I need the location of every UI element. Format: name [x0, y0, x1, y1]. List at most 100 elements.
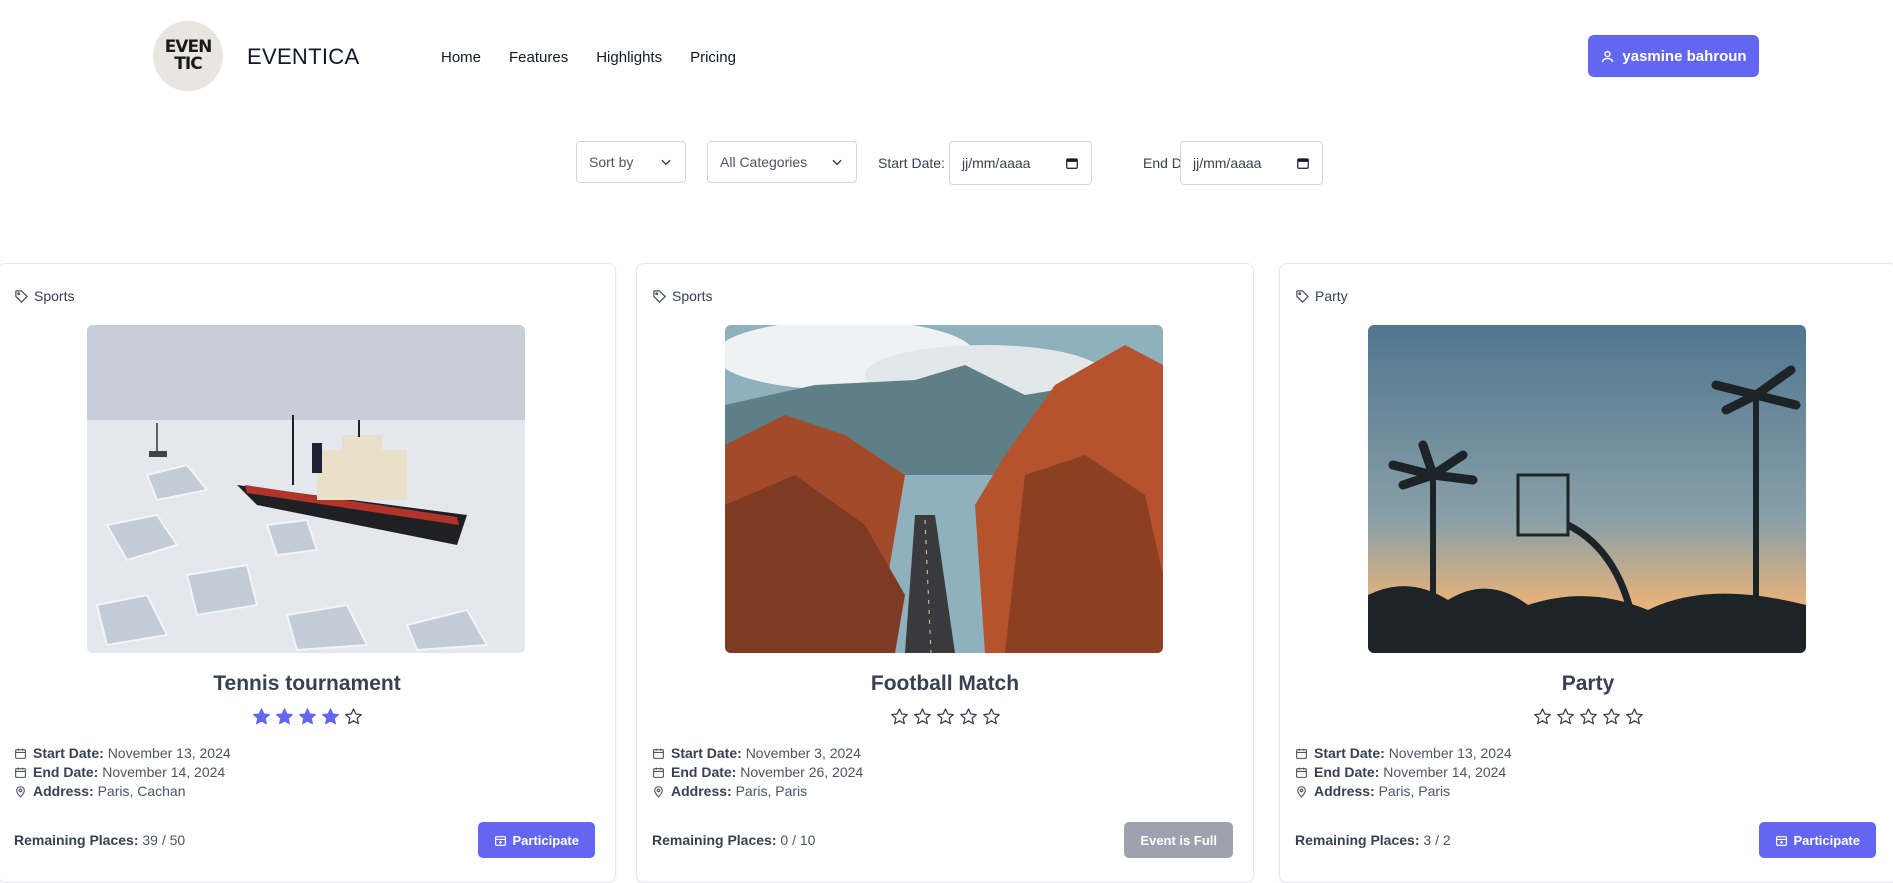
chevron-down-icon [661, 159, 671, 166]
brand-name[interactable]: EVENTICA [247, 44, 359, 70]
category-select[interactable]: All Categories [707, 141, 857, 183]
event-category-label: Party [1315, 288, 1348, 304]
start-date-row: Start Date: November 13, 2024 [14, 744, 231, 763]
star-icon[interactable] [913, 707, 932, 726]
participate-label: Participate [512, 832, 579, 848]
main-nav: Home Features Highlights Pricing [441, 49, 736, 66]
star-icon[interactable] [1556, 707, 1575, 726]
address-label: Address: [33, 783, 94, 799]
calendar-icon[interactable] [1296, 156, 1310, 170]
map-pin-icon [654, 786, 663, 798]
rating-stars[interactable] [1280, 707, 1893, 726]
nav-features[interactable]: Features [509, 49, 568, 66]
address-value: Paris, Paris [1378, 783, 1451, 799]
logo-text-bottom: TIC [174, 54, 202, 74]
star-icon[interactable] [1579, 707, 1598, 726]
remaining-places: Remaining Places: 3 / 2 [1295, 832, 1451, 848]
tag-icon [1296, 289, 1310, 303]
end-date-row: End Date: November 26, 2024 [652, 763, 863, 782]
nav-pricing[interactable]: Pricing [690, 49, 736, 66]
event-category-label: Sports [34, 288, 75, 304]
event-image [87, 325, 525, 653]
address-row: Address: Paris, Cachan [14, 782, 231, 801]
event-card: Sports Football Match Start Date: Novemb… [636, 263, 1254, 883]
category-value: All Categories [720, 154, 808, 170]
address-label: Address: [1314, 783, 1375, 799]
address-value: Paris, Cachan [97, 783, 186, 799]
event-title: Party [1561, 672, 1615, 695]
star-icon[interactable] [252, 707, 271, 726]
eventica-logo[interactable]: EVEN TIC [153, 21, 223, 91]
participate-label: Participate [1793, 832, 1860, 848]
star-icon[interactable] [936, 707, 955, 726]
remaining-label: Remaining Places: [652, 832, 777, 848]
calendar-icon[interactable] [1065, 156, 1079, 170]
participate-button[interactable]: Participate [477, 822, 595, 858]
calendar-icon [653, 767, 664, 778]
rating-stars[interactable] [0, 707, 615, 726]
event-image [1368, 325, 1806, 653]
end-date-label: End Date: [671, 764, 737, 780]
address-label: Address: [671, 783, 732, 799]
remaining-places: Remaining Places: 0 / 10 [652, 832, 815, 848]
event-details: Start Date: November 13, 2024 End Date: … [1295, 744, 1512, 801]
star-icon[interactable] [959, 707, 978, 726]
remaining-value: 39 / 50 [142, 832, 186, 848]
start-date-value: November 13, 2024 [1388, 745, 1512, 761]
nav-home[interactable]: Home [441, 49, 481, 66]
end-date-row: End Date: November 14, 2024 [14, 763, 231, 782]
event-title: Football Match [870, 672, 1020, 695]
user-name: yasmine bahroun [1622, 47, 1747, 65]
star-icon[interactable] [1625, 707, 1644, 726]
calendar-icon [15, 748, 26, 759]
event-image [725, 325, 1163, 653]
end-date-value: November 26, 2024 [740, 764, 864, 780]
start-date-row: Start Date: November 13, 2024 [1295, 744, 1512, 763]
sort-by-select[interactable]: Sort by [576, 141, 686, 183]
calendar-icon [653, 748, 664, 759]
star-icon[interactable] [890, 707, 909, 726]
calendar-plus-icon [1775, 835, 1787, 846]
chevron-down-icon [832, 159, 842, 166]
address-value: Paris, Paris [735, 783, 808, 799]
star-icon[interactable] [275, 707, 294, 726]
sort-by-value: Sort by [589, 154, 634, 170]
address-row: Address: Paris, Paris [1295, 782, 1512, 801]
user-profile-button[interactable]: yasmine bahroun [1588, 35, 1759, 77]
tag-icon [653, 289, 667, 303]
start-date-value: November 13, 2024 [107, 745, 231, 761]
participate-button[interactable]: Participate [1758, 822, 1876, 858]
end-date-input[interactable]: jj/mm/aaaa [1180, 141, 1323, 185]
calendar-icon [15, 767, 26, 778]
event-details: Start Date: November 3, 2024 End Date: N… [652, 744, 863, 801]
start-date-placeholder: jj/mm/aaaa [962, 155, 1031, 171]
remaining-value: 3 / 2 [1423, 832, 1451, 848]
tag-icon [15, 289, 29, 303]
start-date-label: Start Date: [671, 745, 742, 761]
star-icon[interactable] [982, 707, 1001, 726]
star-icon[interactable] [344, 707, 363, 726]
end-date-label: End Date: [33, 764, 99, 780]
event-full-button[interactable]: Event is Full [1124, 822, 1233, 858]
event-card: Sports Tennis tournament Start Date: Nov… [0, 263, 616, 883]
star-icon[interactable] [1533, 707, 1552, 726]
event-details: Start Date: November 13, 2024 End Date: … [14, 744, 231, 801]
event-category-label: Sports [672, 288, 713, 304]
calendar-icon [1296, 748, 1307, 759]
end-date-label: End Date: [1314, 764, 1380, 780]
map-pin-icon [1297, 786, 1306, 798]
event-category: Party [1295, 288, 1348, 304]
end-date-row: End Date: November 14, 2024 [1295, 763, 1512, 782]
rating-stars[interactable] [637, 707, 1253, 726]
start-date-label: Start Date: [878, 155, 945, 171]
start-date-label: Start Date: [33, 745, 104, 761]
event-title: Tennis tournament [213, 672, 401, 695]
star-icon[interactable] [1602, 707, 1621, 726]
start-date-input[interactable]: jj/mm/aaaa [949, 141, 1092, 185]
event-category: Sports [14, 288, 74, 304]
remaining-places: Remaining Places: 39 / 50 [14, 832, 185, 848]
star-icon[interactable] [298, 707, 317, 726]
nav-highlights[interactable]: Highlights [596, 49, 662, 66]
star-icon[interactable] [321, 707, 340, 726]
event-card: Party Party Start Date: November 13, 202… [1279, 263, 1893, 883]
